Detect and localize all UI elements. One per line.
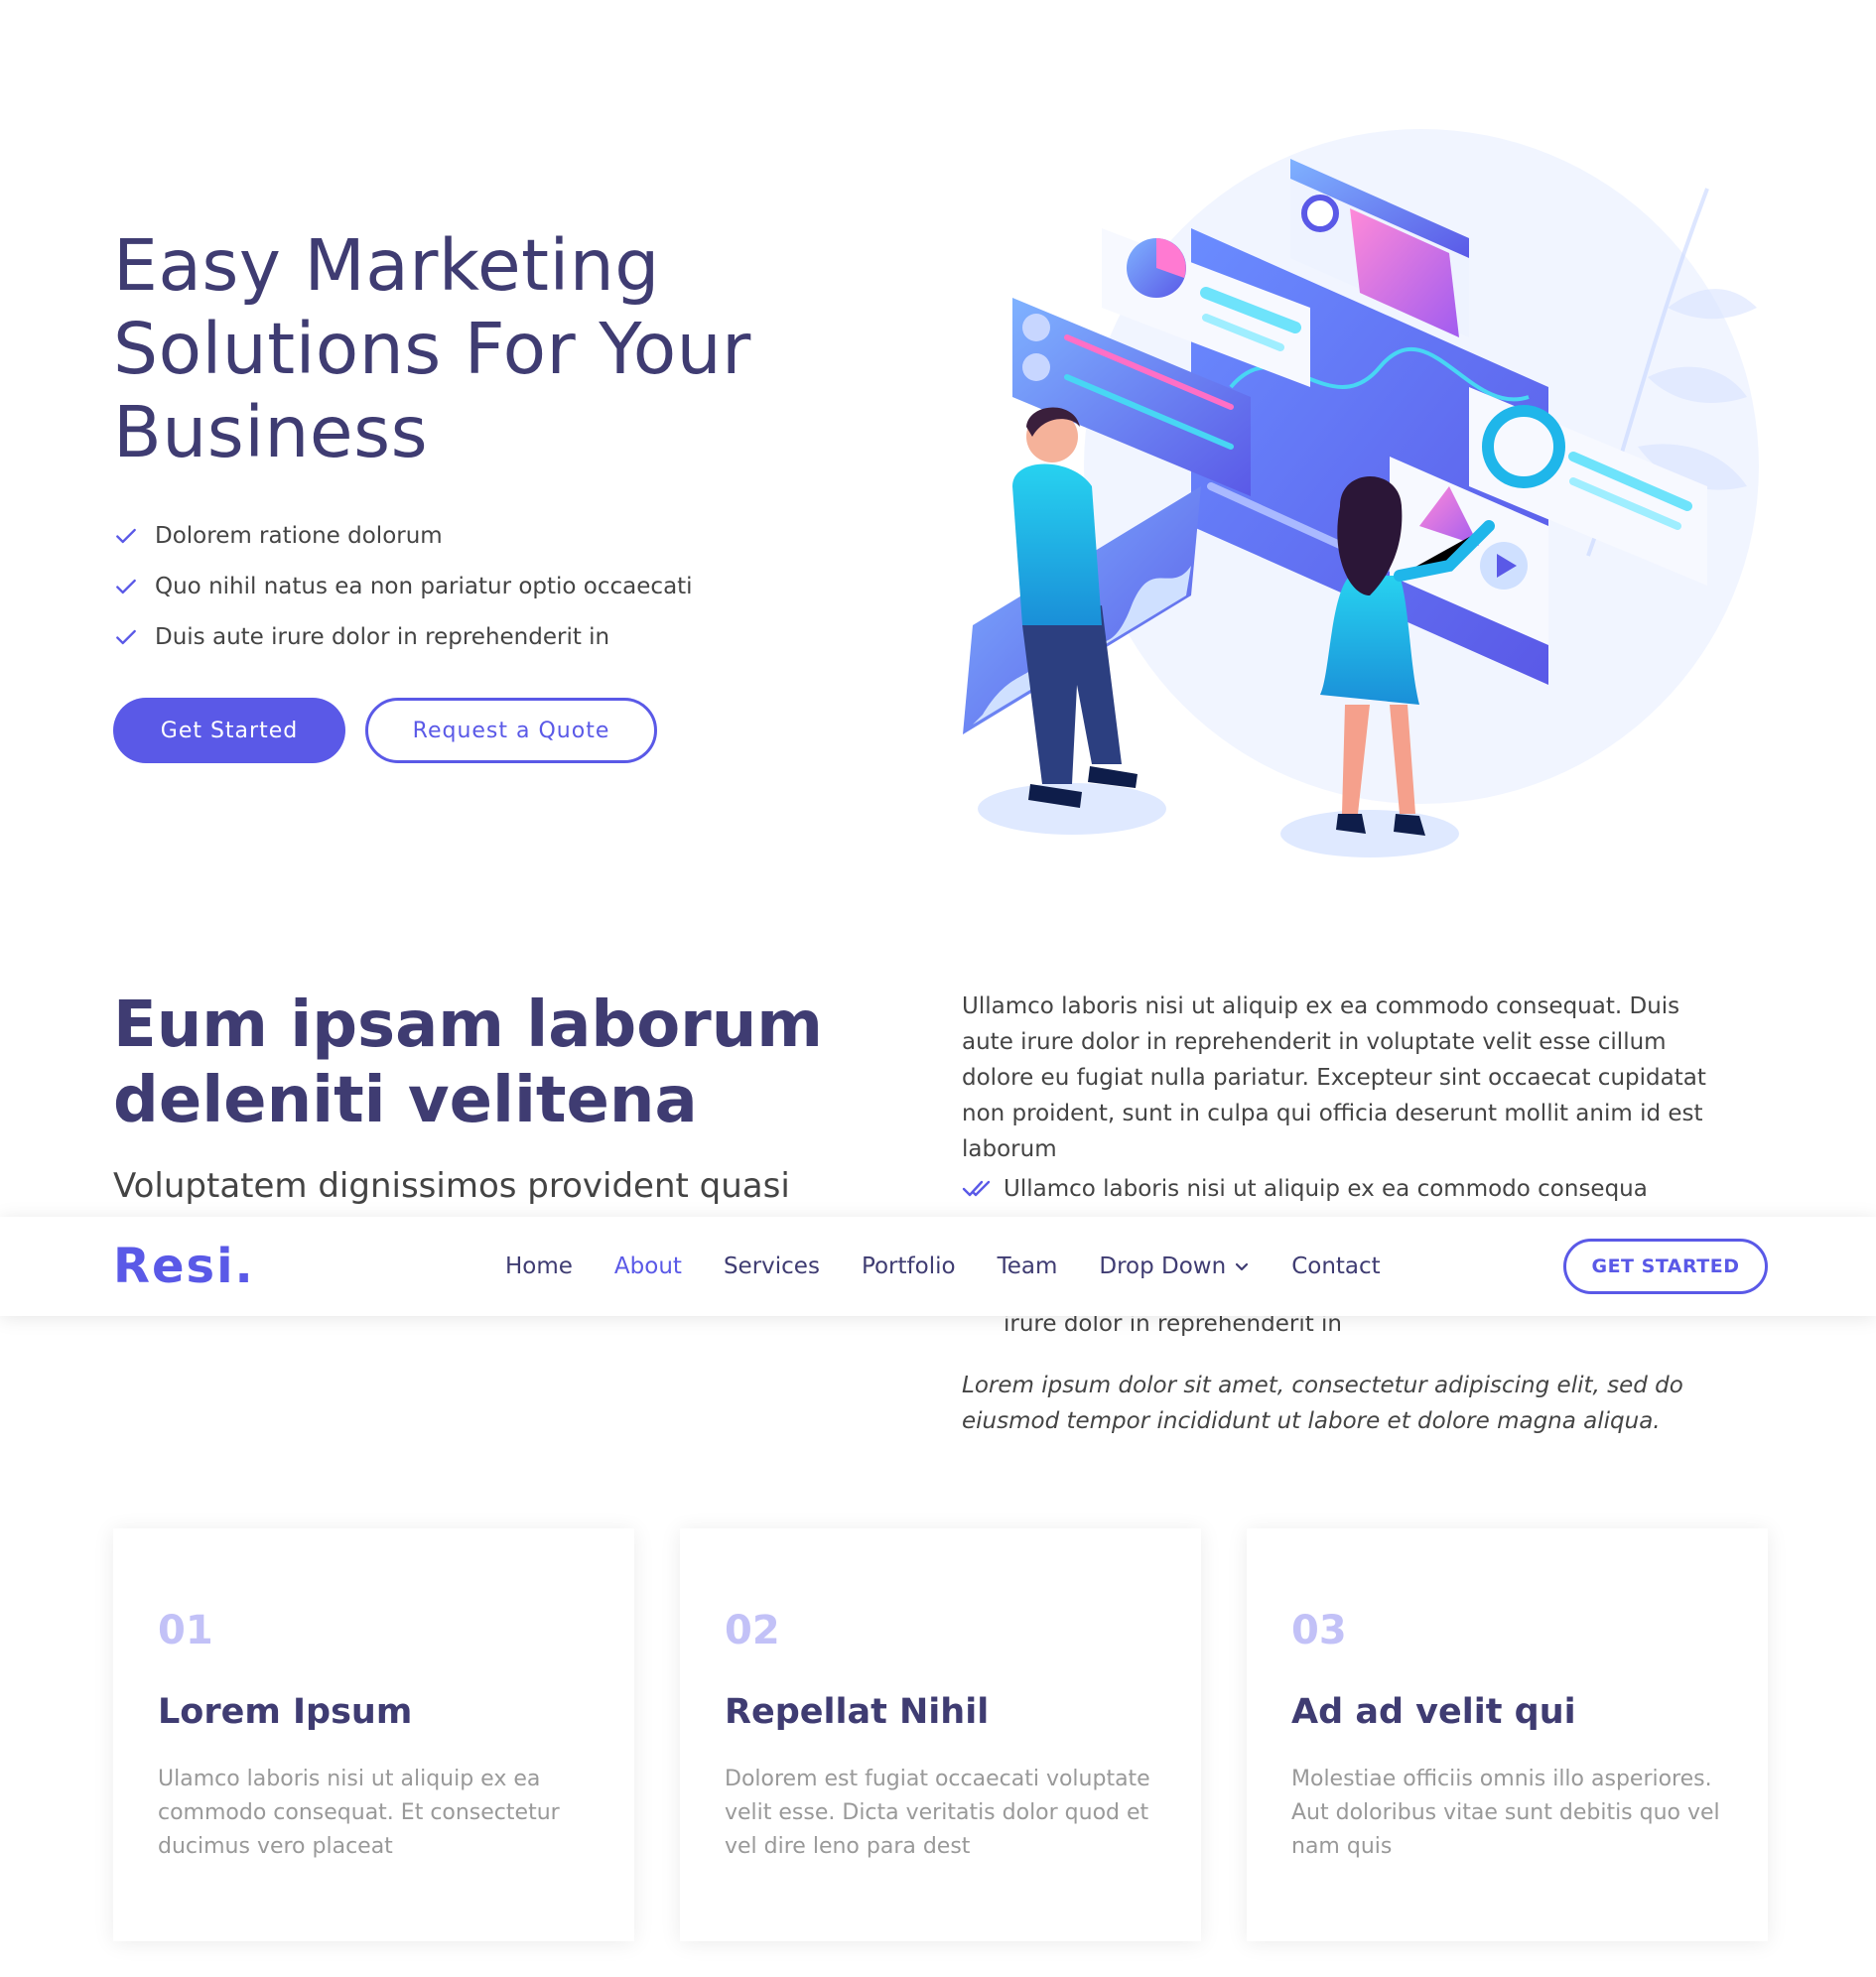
feature-card: 03 Ad ad velit qui Molestiae officiis om… xyxy=(1247,1528,1768,1941)
header-get-started-button[interactable]: GET STARTED xyxy=(1563,1239,1768,1294)
list-item: Dolorem ratione dolorum xyxy=(113,510,693,561)
hero-title: Easy Marketing Solutions For Your Busine… xyxy=(113,224,751,473)
card-title: Ad ad velit qui xyxy=(1291,1692,1576,1732)
about-subtitle: Voluptatem dignissimos provident quasi xyxy=(113,1166,790,1206)
checklist-text: Ullamco laboris nisi ut aliquip ex ea co… xyxy=(1004,1176,1648,1202)
nav-item-contact[interactable]: Contact xyxy=(1291,1253,1380,1279)
checklist-text: Quo nihil natus ea non pariatur optio oc… xyxy=(155,573,693,599)
card-number: 03 xyxy=(1291,1608,1347,1653)
card-text: Dolorem est fugiat occaecati voluptate v… xyxy=(725,1767,1150,1859)
list-item: Duis aute irure dolor in reprehenderit i… xyxy=(113,611,693,662)
about-paragraph: Ullamco laboris nisi ut aliquip ex ea co… xyxy=(962,993,1706,1162)
nav-item-home[interactable]: Home xyxy=(505,1253,573,1279)
site-header: Resi. Home About Services Portfolio Team… xyxy=(0,1217,1876,1316)
list-item: Ullamco laboris nisi ut aliquip ex ea co… xyxy=(962,1171,1736,1207)
list-item: Quo nihil natus ea non pariatur optio oc… xyxy=(113,561,693,611)
about-title: Eum ipsam laborum deleniti velitena xyxy=(113,988,823,1137)
nav-item-team[interactable]: Team xyxy=(998,1253,1058,1279)
marketing-illustration-icon xyxy=(963,129,1759,857)
nav-item-label: Drop Down xyxy=(1099,1253,1227,1279)
chevron-down-icon xyxy=(1236,1262,1249,1271)
logo[interactable]: Resi. xyxy=(113,1239,255,1294)
card-text: Ulamco laboris nisi ut aliquip ex ea com… xyxy=(158,1767,560,1859)
nav-item-services[interactable]: Services xyxy=(724,1253,820,1279)
main-nav: Home About Services Portfolio Team Drop … xyxy=(505,1217,1422,1316)
hero-checklist: Dolorem ratione dolorum Quo nihil natus … xyxy=(113,510,693,662)
nav-item-portfolio[interactable]: Portfolio xyxy=(862,1253,956,1279)
nav-item-about[interactable]: About xyxy=(614,1253,682,1279)
get-started-button[interactable]: Get Started xyxy=(113,698,345,763)
about-italic-text: Lorem ipsum dolor sit amet, consectetur … xyxy=(962,1373,1683,1434)
double-check-icon xyxy=(962,1180,991,1197)
feature-card: 02 Repellat Nihil Dolorem est fugiat occ… xyxy=(680,1528,1201,1941)
checklist-text: Duis aute irure dolor in reprehenderit i… xyxy=(155,623,610,650)
card-title: Repellat Nihil xyxy=(725,1692,990,1732)
nav-item-dropdown[interactable]: Drop Down xyxy=(1099,1253,1250,1279)
card-number: 01 xyxy=(158,1608,213,1653)
checklist-text: Dolorem ratione dolorum xyxy=(155,522,443,549)
card-title: Lorem Ipsum xyxy=(158,1692,413,1732)
check-icon xyxy=(116,629,136,644)
check-icon xyxy=(116,528,136,543)
check-icon xyxy=(116,579,136,593)
card-number: 02 xyxy=(725,1608,780,1653)
card-text: Molestiae officiis omnis illo asperiores… xyxy=(1291,1767,1720,1859)
request-quote-button[interactable]: Request a Quote xyxy=(365,698,657,763)
feature-card: 01 Lorem Ipsum Ulamco laboris nisi ut al… xyxy=(113,1528,634,1941)
